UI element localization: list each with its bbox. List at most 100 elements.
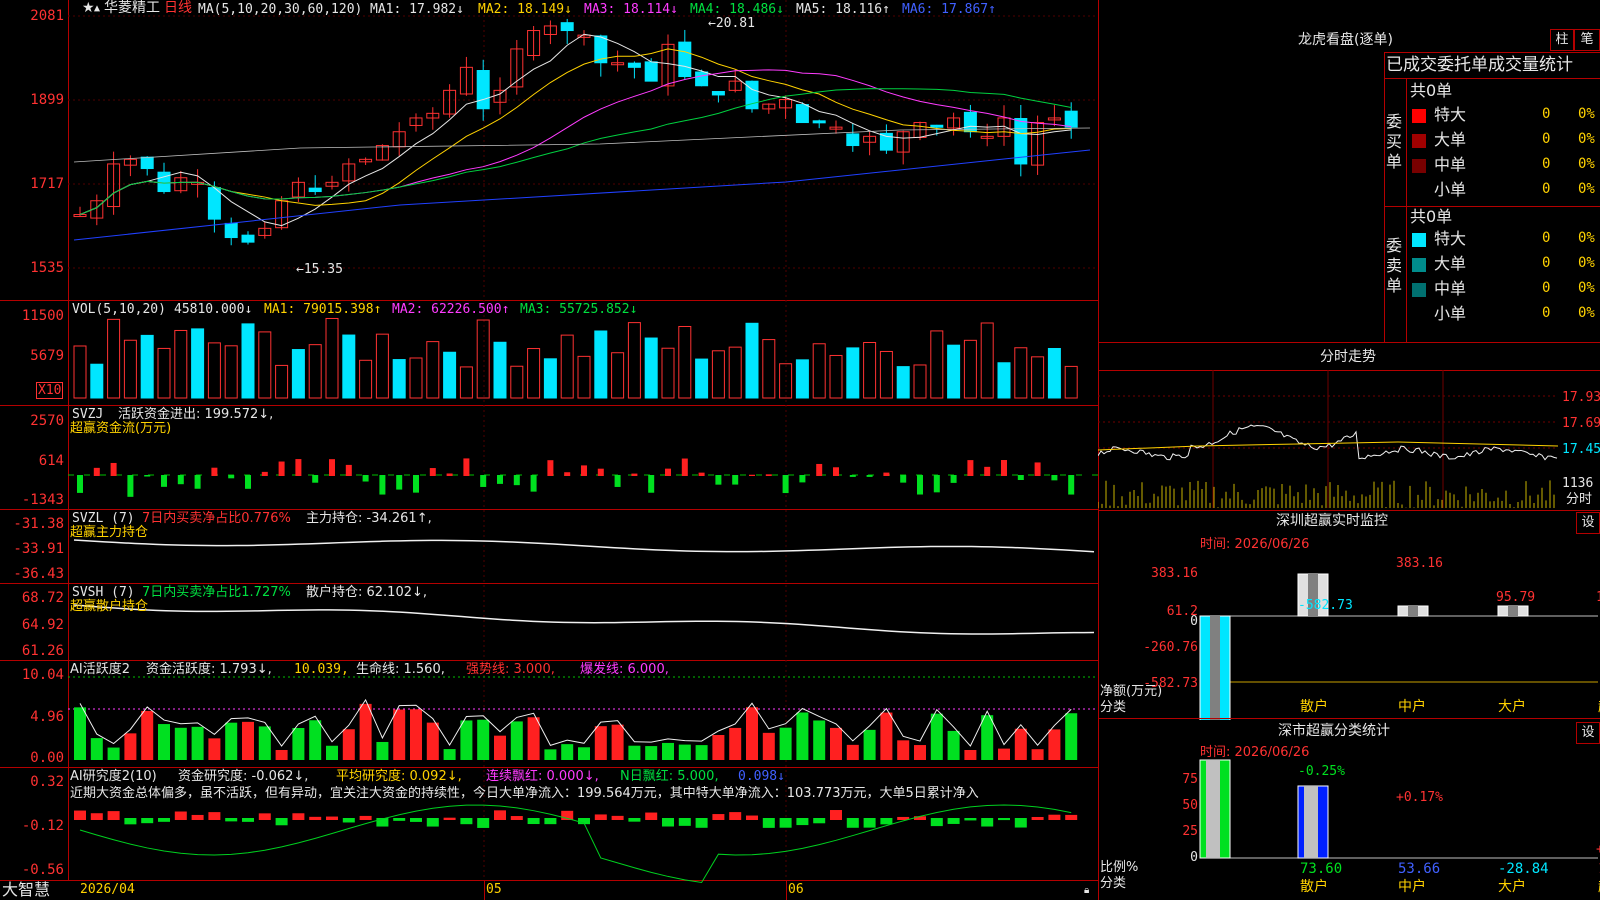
activity-bar [426,722,439,760]
ma2-value: MA2: 18.149↓ [478,2,572,17]
ai1-axis-label: 10.04 [21,667,64,683]
candle[interactable] [611,50,625,72]
order-size-label: 中单 [1434,155,1467,174]
candle[interactable] [392,122,406,156]
moving-average-lines [73,33,1091,241]
research-bar [611,815,624,820]
volume-bar [174,329,188,399]
activity-bar [628,745,641,760]
svzl-subtitle: 超赢主力持仓 [70,525,149,540]
activity-bar [846,744,859,760]
research-bar [1048,814,1061,820]
candle[interactable] [812,119,826,129]
volume-bar [459,366,473,399]
flow-bar [177,475,184,485]
research-bars [74,804,1078,884]
order-count: 0 [1542,181,1551,197]
candle[interactable] [846,123,860,152]
classify-value: -28.84 [1498,861,1549,877]
classify-category: 大户 [1498,879,1526,895]
candle[interactable] [863,131,877,156]
candle[interactable] [829,120,843,134]
candle[interactable] [459,56,473,96]
candle[interactable] [543,20,557,45]
candle[interactable] [107,151,121,215]
candle[interactable] [627,61,641,79]
candle[interactable] [1064,102,1078,139]
candle[interactable] [594,34,608,77]
candle[interactable] [678,29,692,80]
candle[interactable] [879,124,893,154]
candle[interactable] [762,103,776,114]
research-bar [410,818,422,822]
price-axis-label: 2081 [30,8,64,24]
candle[interactable] [997,105,1011,146]
candle[interactable] [947,112,961,136]
research-bar [1065,814,1078,820]
candle[interactable] [476,59,490,121]
candle[interactable] [140,156,154,176]
candle[interactable] [426,107,440,130]
candle[interactable] [661,34,675,96]
candle[interactable] [241,231,255,245]
candle[interactable] [510,39,524,95]
activity-bars [68,676,1098,760]
candle[interactable] [224,217,238,246]
vol-ma3: MA3: 55725.852↓ [520,302,638,317]
ai1-value2: 10.039, [294,662,349,677]
classify-change: +0.04% [1596,842,1600,857]
volume-bar [241,323,255,399]
research-bar [981,818,994,827]
pen-mode-button[interactable]: 笔 [1574,29,1600,51]
activity-bar [90,738,103,760]
candle[interactable] [258,222,272,239]
flow-bar [362,475,369,482]
candle[interactable] [359,157,373,165]
legend-swatch [1412,308,1426,322]
candle[interactable] [527,26,541,61]
main-chart-area[interactable] [0,0,1098,900]
period-label[interactable]: 日线 [164,1,192,16]
activity-bar [158,724,170,760]
order-percent: 0% [1578,131,1595,147]
flow-bar [597,468,604,476]
candle[interactable] [560,18,574,44]
flow-bar [765,474,772,476]
activity-bar [275,749,288,760]
candle[interactable] [728,69,742,93]
volume-bar [191,328,205,399]
monitor-category: 散户 [1300,699,1328,715]
candle[interactable] [1047,105,1061,127]
star-icon[interactable]: ★ [82,1,95,16]
research-bar [762,818,775,828]
flow-bar [245,475,251,489]
candle[interactable] [325,175,339,190]
volume-bar [426,341,440,399]
bar-mode-button[interactable]: 柱 [1550,29,1574,51]
order-percent: 0% [1578,230,1595,246]
candle[interactable] [1014,104,1028,177]
candle[interactable] [308,175,322,195]
volume-bar [342,334,356,399]
intraday-chart[interactable] [1098,370,1600,510]
ma-line [79,69,1072,216]
candle[interactable] [1031,115,1045,175]
candle[interactable] [409,113,423,132]
stats-tabs[interactable]: 已成交委托单成交量统计 [1386,55,1573,75]
candle[interactable] [711,91,725,103]
candle[interactable] [896,130,910,165]
flow-bar [194,475,201,489]
lock-icon[interactable]: 🔒︎ [1084,883,1089,898]
volume-bar [409,357,423,399]
candle[interactable] [443,84,457,118]
candle[interactable] [745,80,759,113]
candle[interactable] [577,30,591,46]
candle[interactable] [342,158,356,192]
order-percent: 0% [1578,280,1595,296]
order-count: 0 [1542,305,1551,321]
dropdown-arrow-icon[interactable]: ▲ [94,1,100,16]
candle[interactable] [73,206,87,218]
monitor-category: 中户 [1398,699,1426,715]
volume-bar [627,322,641,399]
vol-unit-badge[interactable]: X10 [36,382,64,399]
